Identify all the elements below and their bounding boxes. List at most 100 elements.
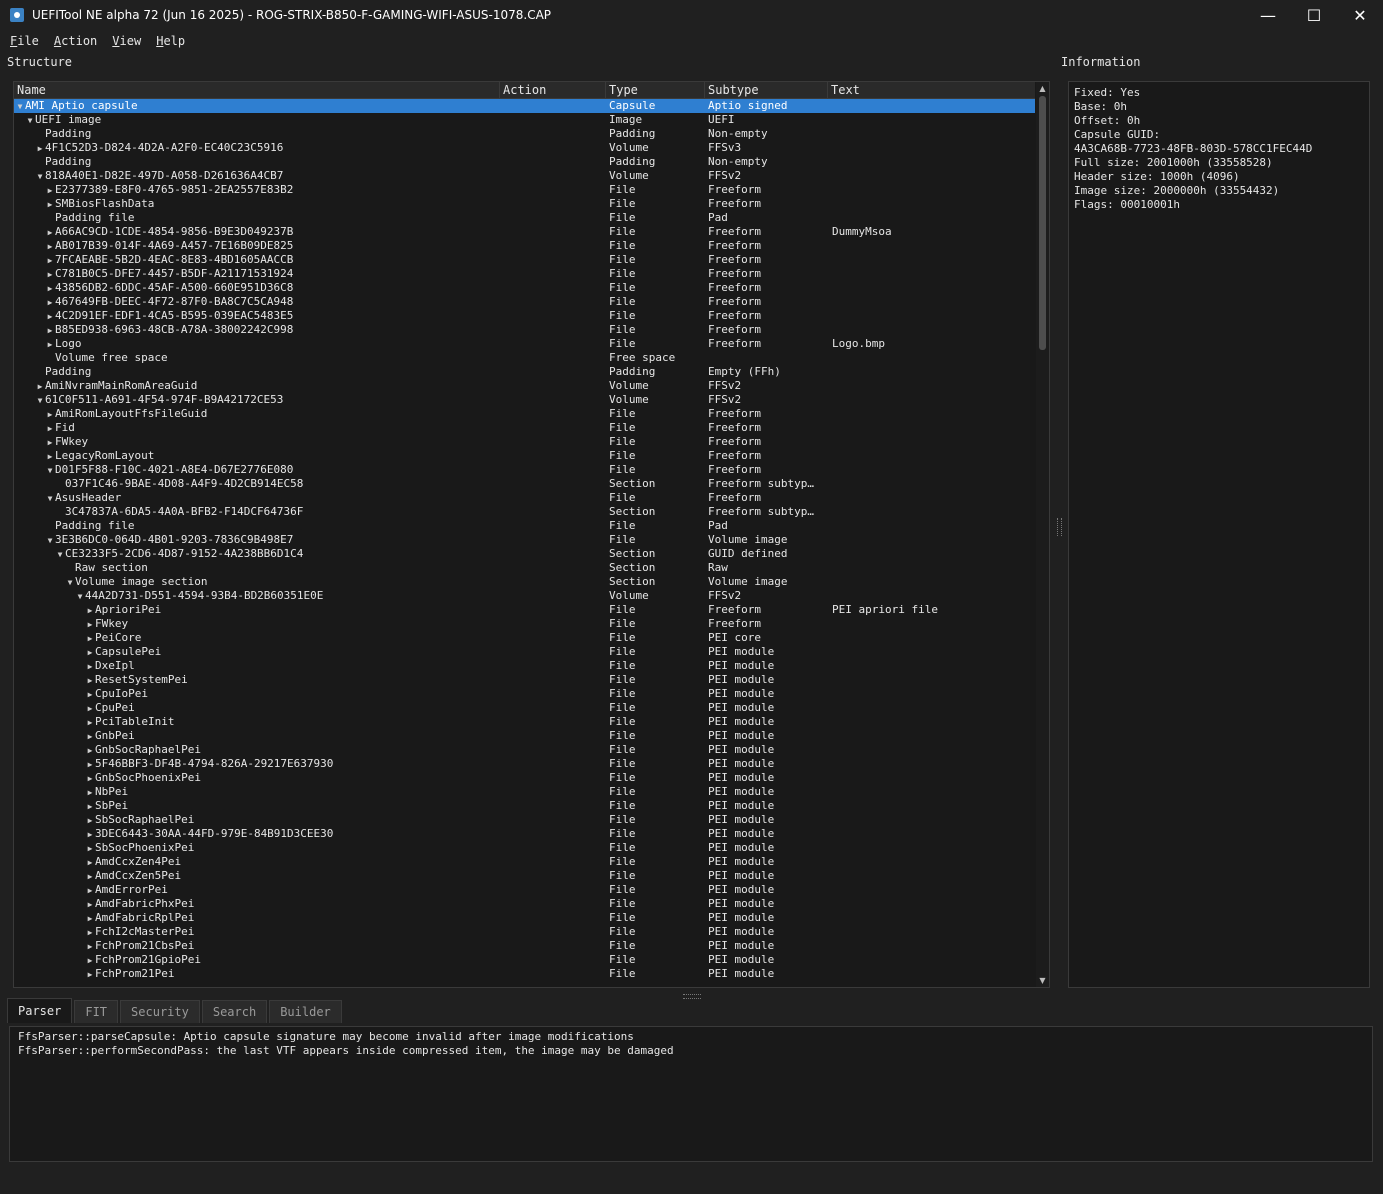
tree-row[interactable]: ▶ CpuIoPei File PEI module (14, 687, 1035, 701)
collapse-arrow-icon[interactable]: ▼ (45, 534, 55, 548)
expand-arrow-icon[interactable]: ▶ (45, 324, 55, 338)
tab-builder[interactable]: Builder (269, 1000, 342, 1023)
expand-arrow-icon[interactable]: ▶ (45, 310, 55, 324)
tree-row[interactable]: ▶ PeiCore File PEI core (14, 631, 1035, 645)
expand-arrow-icon[interactable]: ▶ (85, 772, 95, 786)
expand-arrow-icon[interactable]: ▶ (45, 254, 55, 268)
tree-row[interactable]: ▶ AmiRomLayoutFfsFileGuid File Freeform (14, 407, 1035, 421)
column-text[interactable]: Text (828, 82, 1035, 98)
tree-row[interactable]: ▶ SbPei File PEI module (14, 799, 1035, 813)
expand-arrow-icon[interactable]: ▶ (85, 870, 95, 884)
tree-row[interactable]: ▼ D01F5F88-F10C-4021-A8E4-D67E2776E080 Fil… (14, 463, 1035, 477)
tab-fit[interactable]: FIT (74, 1000, 119, 1023)
menu-file[interactable]: File (5, 34, 44, 48)
column-name[interactable]: Name (14, 82, 500, 98)
minimize-button[interactable]: — (1245, 0, 1291, 30)
parser-output[interactable]: FfsParser::parseCapsule: Aptio capsule s… (9, 1026, 1373, 1162)
tree-row[interactable]: ▶ 3DEC6443-30AA-44FD-979E-84B91D3CEE30 Fil… (14, 827, 1035, 841)
tree-scrollbar[interactable]: ▲ ▼ (1036, 82, 1049, 987)
tree-row[interactable]: ▶ ResetSystemPei File PEI module (14, 673, 1035, 687)
tree-row[interactable]: ▼ 818A40E1-D82E-497D-A058-D261636A4CB7 Vol… (14, 169, 1035, 183)
expand-arrow-icon[interactable]: ▶ (85, 912, 95, 926)
tree-row[interactable]: ▶ FchI2cMasterPei File PEI module (14, 925, 1035, 939)
tree-row[interactable]: ▶ GnbPei File PEI module (14, 729, 1035, 743)
collapse-arrow-icon[interactable]: ▼ (45, 464, 55, 478)
collapse-arrow-icon[interactable]: ▼ (45, 492, 55, 506)
tree-row[interactable]: ▶ FWkey File Freeform (14, 617, 1035, 631)
expand-arrow-icon[interactable]: ▶ (45, 282, 55, 296)
tree-row[interactable]: ▶ SMBiosFlashData File Freeform (14, 197, 1035, 211)
expand-arrow-icon[interactable]: ▶ (85, 674, 95, 688)
tab-parser[interactable]: Parser (7, 998, 73, 1023)
expand-arrow-icon[interactable]: ▶ (45, 184, 55, 198)
collapse-arrow-icon[interactable]: ▼ (65, 576, 75, 590)
tree-row[interactable]: ▶ Fid File Freeform (14, 421, 1035, 435)
tree-row[interactable]: ▶ AmdCcxZen5Pei File PEI module (14, 869, 1035, 883)
expand-arrow-icon[interactable]: ▶ (85, 814, 95, 828)
expand-arrow-icon[interactable]: ▶ (45, 198, 55, 212)
expand-arrow-icon[interactable]: ▶ (45, 422, 55, 436)
column-action[interactable]: Action (500, 82, 606, 98)
expand-arrow-icon[interactable]: ▶ (85, 786, 95, 800)
tab-security[interactable]: Security (120, 1000, 200, 1023)
tree-row[interactable]: 037F1C46-9BAE-4D08-A4F9-4D2CB914EC58 Sect… (14, 477, 1035, 491)
tree-row[interactable]: ▶ AmdFabricPhxPei File PEI module (14, 897, 1035, 911)
collapse-arrow-icon[interactable]: ▼ (35, 394, 45, 408)
tree-row[interactable]: ▼ 44A2D731-D551-4594-93B4-BD2B60351E0E Vol… (14, 589, 1035, 603)
horizontal-splitter[interactable] (683, 994, 701, 999)
tree-row[interactable]: ▶ FchProm21GpioPei File PEI module (14, 953, 1035, 967)
collapse-arrow-icon[interactable]: ▼ (35, 170, 45, 184)
tree-row[interactable]: Padding file File Pad (14, 519, 1035, 533)
expand-arrow-icon[interactable]: ▶ (85, 716, 95, 730)
expand-arrow-icon[interactable]: ▶ (85, 898, 95, 912)
expand-arrow-icon[interactable]: ▶ (85, 758, 95, 772)
tree-row[interactable]: Raw section Section Raw (14, 561, 1035, 575)
tree-row[interactable]: ▼ AMI Aptio capsule Capsule Aptio signed (14, 99, 1035, 113)
tree-row[interactable]: ▶ SbSocRaphaelPei File PEI module (14, 813, 1035, 827)
menu-help[interactable]: Help (151, 34, 190, 48)
tree-row[interactable]: ▶ AprioriPei File Freeform PEI apriori file (14, 603, 1035, 617)
expand-arrow-icon[interactable]: ▶ (85, 688, 95, 702)
expand-arrow-icon[interactable]: ▶ (35, 142, 45, 156)
expand-arrow-icon[interactable]: ▶ (85, 730, 95, 744)
expand-arrow-icon[interactable]: ▶ (85, 828, 95, 842)
tree-row[interactable]: ▶ AmdFabricRplPei File PEI module (14, 911, 1035, 925)
expand-arrow-icon[interactable]: ▶ (45, 226, 55, 240)
tree-row[interactable]: 3C47837A-6DA5-4A0A-BFB2-F14DCF64736F Sect… (14, 505, 1035, 519)
tree-row[interactable]: ▼ AsusHeader File Freeform (14, 491, 1035, 505)
expand-arrow-icon[interactable]: ▶ (85, 800, 95, 814)
expand-arrow-icon[interactable]: ▶ (85, 702, 95, 716)
tree-row[interactable]: ▶ AmdCcxZen4Pei File PEI module (14, 855, 1035, 869)
tree-row[interactable]: ▶ FchProm21Pei File PEI module (14, 967, 1035, 981)
tree-row[interactable]: ▶ A66AC9CD-1CDE-4854-9856-B9E3D049237B Fil… (14, 225, 1035, 239)
tree-row[interactable]: ▶ Logo File Freeform Logo.bmp (14, 337, 1035, 351)
tree-row[interactable]: ▼ Volume image section Section Volume image (14, 575, 1035, 589)
collapse-arrow-icon[interactable]: ▼ (55, 548, 65, 562)
tree-row[interactable]: ▶ C781B0C5-DFE7-4457-B5DF-A21171531924 Fil… (14, 267, 1035, 281)
expand-arrow-icon[interactable]: ▶ (85, 968, 95, 982)
expand-arrow-icon[interactable]: ▶ (45, 268, 55, 282)
expand-arrow-icon[interactable]: ▶ (85, 856, 95, 870)
expand-arrow-icon[interactable]: ▶ (85, 842, 95, 856)
tree-row[interactable]: Padding Padding Non-empty (14, 155, 1035, 169)
expand-arrow-icon[interactable]: ▶ (45, 408, 55, 422)
tree-row[interactable]: Padding file File Pad (14, 211, 1035, 225)
tree-row[interactable]: ▶ AmiNvramMainRomAreaGuid Volume FFSv2 (14, 379, 1035, 393)
tree-row[interactable]: ▶ GnbSocRaphaelPei File PEI module (14, 743, 1035, 757)
tree-row[interactable]: ▶ AB017B39-014F-4A69-A457-7E16B09DE825 Fil… (14, 239, 1035, 253)
tree-row[interactable]: ▶ FchProm21CbsPei File PEI module (14, 939, 1035, 953)
expand-arrow-icon[interactable]: ▶ (85, 744, 95, 758)
tree-row[interactable]: ▶ 4C2D91EF-EDF1-4CA5-B595-039EAC5483E5 Fil… (14, 309, 1035, 323)
tree-row[interactable]: ▶ 43856DB2-6DDC-45AF-A500-660E951D36C8 Fil… (14, 281, 1035, 295)
tree-row[interactable]: ▶ E2377389-E8F0-4765-9851-2EA2557E83B2 Fil… (14, 183, 1035, 197)
tree-row[interactable]: Volume free space Free space (14, 351, 1035, 365)
expand-arrow-icon[interactable]: ▶ (45, 450, 55, 464)
menu-action[interactable]: Action (49, 34, 102, 48)
vertical-splitter[interactable] (1057, 518, 1062, 536)
tree-row[interactable]: ▶ B85ED938-6963-48CB-A78A-38002242C998 Fil… (14, 323, 1035, 337)
tree-row[interactable]: ▶ 7FCAEABE-5B2D-4EAC-8E83-4BD1605AACCB Fil… (14, 253, 1035, 267)
collapse-arrow-icon[interactable]: ▼ (75, 590, 85, 604)
expand-arrow-icon[interactable]: ▶ (85, 604, 95, 618)
tree-row[interactable]: ▶ PciTableInit File PEI module (14, 715, 1035, 729)
expand-arrow-icon[interactable]: ▶ (45, 240, 55, 254)
